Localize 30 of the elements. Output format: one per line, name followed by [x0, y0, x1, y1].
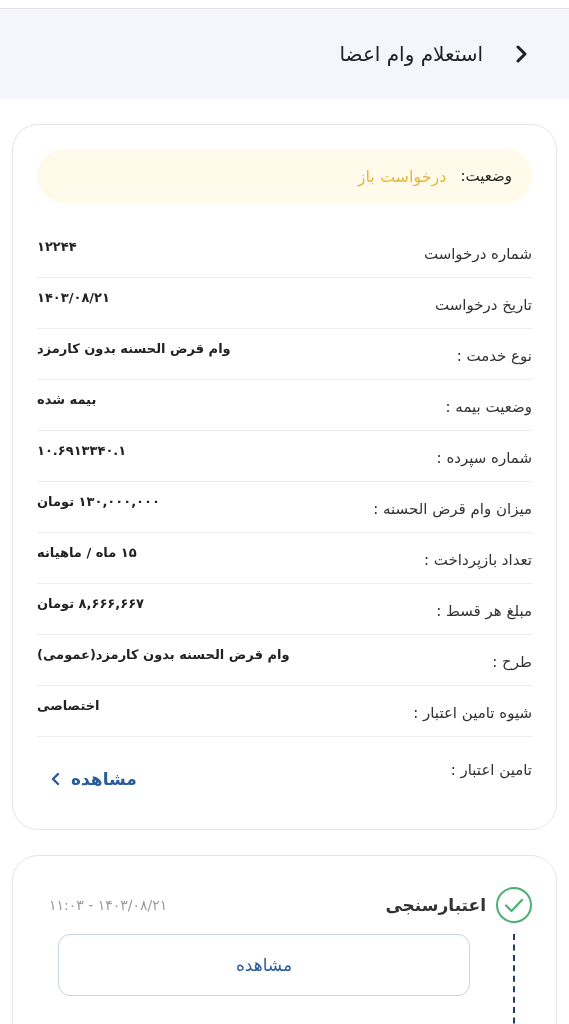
view-button[interactable]: مشاهده [58, 934, 470, 996]
field-value: بیمه شده [37, 392, 97, 407]
field-value: ۱۲۲۴۴ [37, 239, 77, 254]
field-value: وام قرض الحسنه بدون کارمزد(عمومی) [37, 647, 290, 662]
view-link[interactable]: مشاهده [51, 769, 137, 789]
field-label: شماره سپرده : [436, 448, 532, 467]
field-label: طرح : [492, 652, 532, 671]
field-label: مبلغ هر قسط : [436, 601, 532, 620]
field-label: تعداد بازپرداخت : [424, 550, 532, 569]
chevron-icon [515, 45, 529, 63]
field-value: وام قرض الحسنه بدون کارمزد [37, 341, 231, 356]
field-label: وضعیت بیمه : [445, 397, 532, 416]
field-label: نوع خدمت : [456, 346, 532, 365]
field-label: شماره درخواست [423, 244, 532, 263]
field-label: شیوه تامین اعتبار : [413, 703, 532, 722]
field-label: تامین اعتبار : [450, 760, 532, 779]
chevron-icon [51, 772, 61, 786]
field-value: ۸,۶۶۶,۶۶۷ تومان [37, 596, 144, 611]
field-label: میزان وام قرض الحسنه : [373, 499, 532, 518]
step-title: اعتبارسنجی [385, 895, 486, 915]
field-value: ۱۳۰,۰۰۰,۰۰۰ تومان [37, 494, 160, 509]
status-value: درخواست باز [357, 166, 447, 186]
page-title: استعلام وام اعضا [339, 42, 483, 66]
field-value: اختصاصی [37, 698, 100, 713]
field-value: ۱۵ ماه / ماهیانه [37, 545, 137, 560]
field-label: تاریخ درخواست [434, 295, 532, 314]
field-value: ۱۴۰۳/۰۸/۲۱ [37, 290, 110, 305]
step-time: ۱۴۰۳/۰۸/۲۱ - ۱۱:۰۳ [49, 897, 168, 913]
field-value: ۱۰.۶۹۱۳۳۴۰.۱ [37, 443, 127, 458]
status-label: وضعیت: [460, 167, 512, 185]
